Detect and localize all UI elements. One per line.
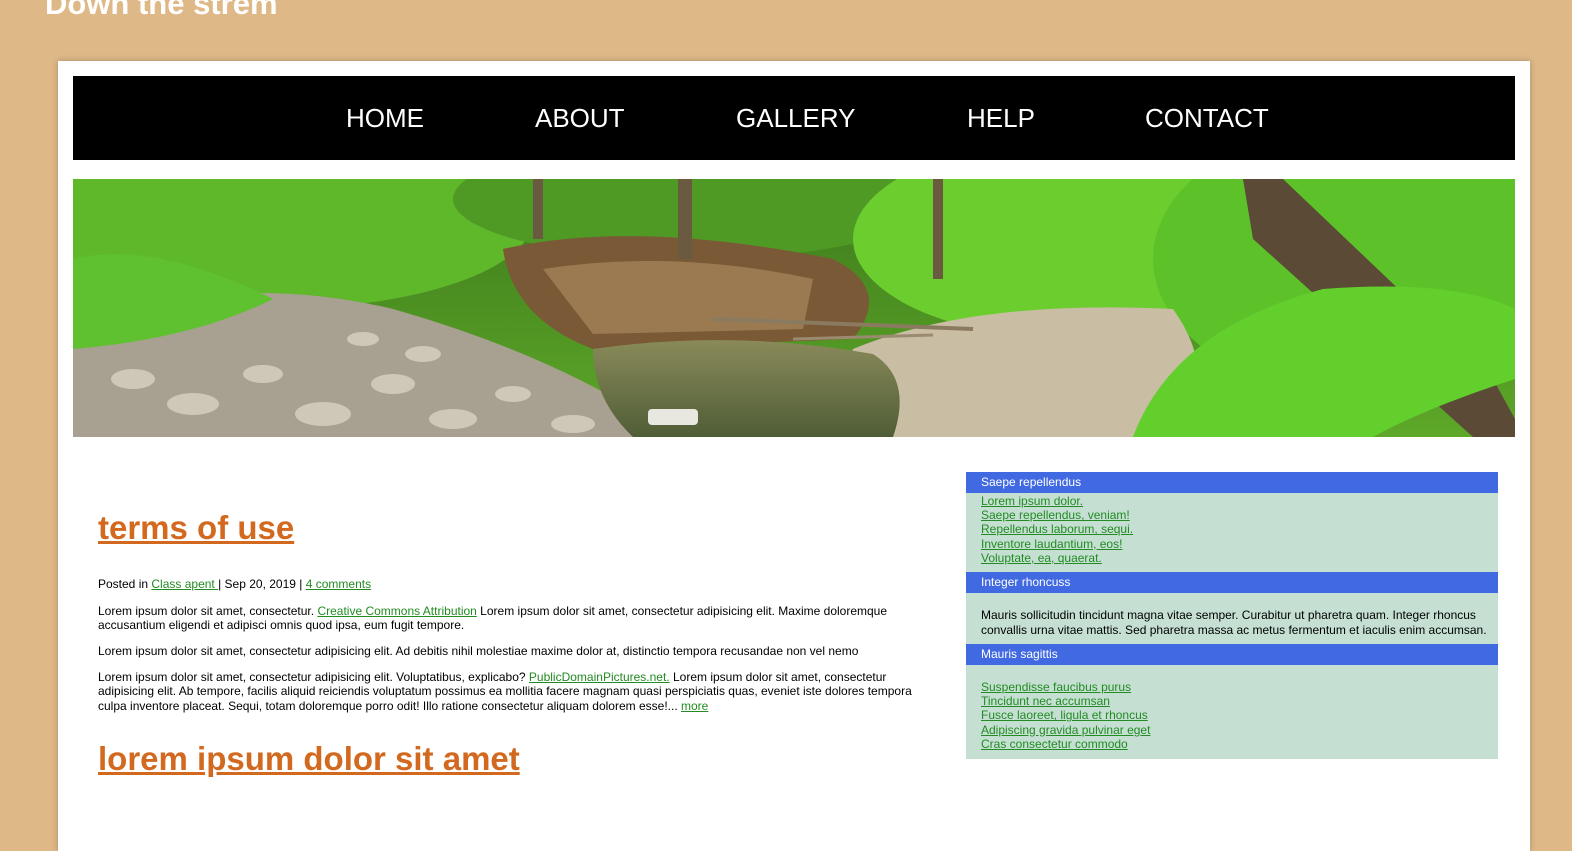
post-title-lorem-ipsum[interactable]: lorem ipsum dolor sit amet [98,740,520,778]
comments-link[interactable]: 4 comments [306,577,371,591]
nav-item-about[interactable]: ABOUT [535,103,625,133]
meta-prefix: Posted in [98,577,152,591]
sidebar-section-saepe: Lorem ipsum dolor. Saepe repellendus, ve… [966,493,1498,572]
post-paragraph-1: Lorem ipsum dolor sit amet, consectetur.… [98,604,928,633]
paragraph-text: Lorem ipsum dolor sit amet, consectetur. [98,604,318,618]
read-more-link[interactable]: more [681,699,708,713]
sidebar-link[interactable]: Repellendus laborum, sequi. [981,522,1498,536]
sidebar-header-saepe: Saepe repellendus [966,472,1498,493]
nav-item-contact[interactable]: CONTACT [1145,103,1269,133]
main-navigation: HOME ABOUT GALLERY HELP CONTACT [73,76,1515,160]
nav-item-gallery[interactable]: GALLERY [736,103,855,133]
category-link[interactable]: Class apent [151,577,218,591]
forest-stream-photo [73,179,1515,437]
sidebar-header-mauris: Mauris sagittis [966,644,1498,665]
post-meta: Posted in Class apent | Sep 20, 2019 | 4… [98,577,928,591]
sidebar-link[interactable]: Lorem ipsum dolor. [981,494,1498,508]
sidebar-section-integer: Mauris sollicitudin tincidunt magna vita… [966,593,1498,644]
nav-item-help[interactable]: HELP [967,103,1035,133]
sidebar-link[interactable]: Suspendisse faucibus purus [981,680,1498,694]
post-date: | Sep 20, 2019 | [218,577,306,591]
creative-commons-link[interactable]: Creative Commons Attribution [317,604,476,618]
nav-item-home[interactable]: HOME [346,103,424,133]
sidebar-text: Mauris sollicitudin tincidunt magna vita… [981,608,1487,637]
paragraph-text: Lorem ipsum dolor sit amet, consectetur … [98,670,529,684]
post-paragraph-2: Lorem ipsum dolor sit amet, consectetur … [98,644,859,658]
sidebar-link[interactable]: Cras consectetur commodo [981,737,1498,751]
sidebar-link[interactable]: Inventore laudantium, eos! [981,537,1498,551]
post-title-terms-of-use[interactable]: terms of use [98,509,294,547]
post-paragraph-3: Lorem ipsum dolor sit amet, consectetur … [98,670,928,713]
sidebar-header-integer: Integer rhoncuss [966,572,1498,593]
public-domain-pictures-link[interactable]: PublicDomainPictures.net. [529,670,670,684]
sidebar-link[interactable]: Adipiscing gravida pulvinar eget [981,723,1498,737]
sidebar-section-mauris: Suspendisse faucibus purus Tincidunt nec… [966,665,1498,759]
sidebar-link[interactable]: Fusce laoreet, ligula et rhoncus [981,708,1498,722]
page-container: HOME ABOUT GALLERY HELP CONTACT terms of… [58,61,1530,851]
sidebar-link[interactable]: Voluptate, ea, quaerat. [981,551,1498,565]
sidebar-link[interactable]: Saepe repellendus, veniam! [981,508,1498,522]
sidebar-link[interactable]: Tincidunt nec accumsan [981,694,1498,708]
site-title: Down the strem [45,0,278,21]
